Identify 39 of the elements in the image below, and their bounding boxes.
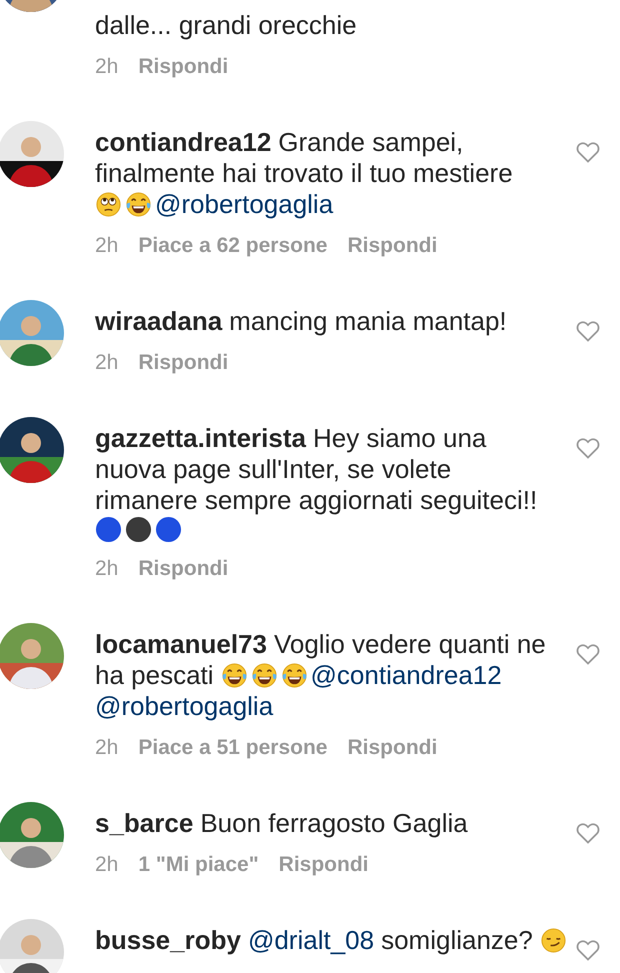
timestamp: 2h	[95, 556, 118, 582]
heart-icon[interactable]	[576, 939, 600, 961]
comment-text: Grande sampei,	[278, 127, 464, 158]
timestamp: 2h	[95, 852, 118, 878]
heart-icon[interactable]	[576, 822, 600, 844]
comment-text: somiglianze?	[381, 925, 533, 956]
comment-text: mancing mania mantap!	[229, 306, 507, 337]
laughing-face-icon	[250, 662, 278, 689]
smirking-face-icon	[540, 927, 567, 954]
username[interactable]: wiraadana	[95, 306, 222, 337]
timestamp: 2h	[95, 735, 118, 761]
mention-link[interactable]: @robertogaglia	[95, 691, 274, 722]
username[interactable]: contiandrea12	[95, 127, 272, 158]
timestamp: 2h	[95, 350, 118, 376]
comment-text: ha pescati	[95, 660, 214, 691]
comment-text: Hey siamo una	[312, 423, 486, 454]
timestamp: 2h	[95, 54, 118, 80]
heart-icon[interactable]	[576, 643, 600, 665]
comment-text: dalle... grandi orecchie	[95, 10, 357, 41]
comment-text: finalmente hai trovato il tuo mestiere	[95, 158, 513, 189]
heart-icon[interactable]	[576, 320, 600, 342]
laughing-face-icon	[220, 662, 248, 689]
heart-icon[interactable]	[576, 141, 600, 163]
laughing-face-icon	[280, 662, 308, 689]
username[interactable]: gazzetta.interista	[95, 423, 306, 454]
timestamp: 2h	[95, 233, 118, 259]
heart-icon[interactable]	[576, 437, 600, 459]
username[interactable]: locamanuel73	[95, 629, 267, 660]
comment-text: rimanere sempre aggiornati seguiteci!!	[95, 485, 538, 516]
eye-rolling-face-icon	[95, 191, 122, 218]
mention-link[interactable]: @robertogaglia	[155, 189, 334, 220]
mention-link[interactable]: @drialt_08	[248, 925, 374, 956]
laughing-face-icon	[125, 191, 152, 218]
username[interactable]: busse_roby	[95, 925, 241, 956]
comment-text: nuova page sull'Inter, se volete	[95, 454, 452, 485]
comment-text: Voglio vedere quanti ne	[274, 629, 546, 660]
mention-link[interactable]: @contiandrea12	[310, 660, 502, 691]
username[interactable]: s_barce	[95, 808, 194, 839]
comment-text: Buon ferragosto Gaglia	[200, 808, 468, 839]
